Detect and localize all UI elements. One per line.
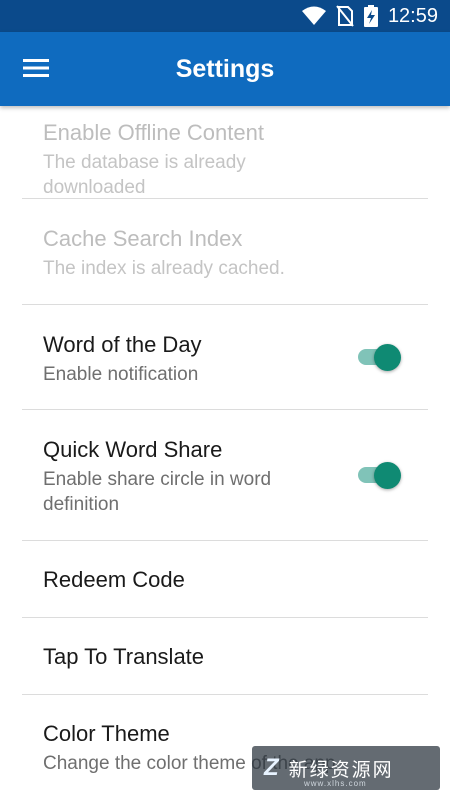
- wifi-icon: [301, 6, 326, 26]
- toggle-thumb: [374, 462, 401, 489]
- setting-subtitle: Enable share circle in word definition: [43, 469, 272, 515]
- setting-subtitle: The index is already cached.: [43, 258, 285, 279]
- setting-title: Color Theme: [43, 721, 170, 746]
- watermark-text: 新绿资源网: [288, 759, 394, 781]
- settings-list: Enable Offline Content The database is a…: [22, 106, 428, 795]
- toggle-thumb: [374, 344, 401, 371]
- setting-title: Redeem Code: [43, 567, 185, 592]
- quick-word-share-toggle[interactable]: [358, 462, 402, 489]
- setting-word-of-the-day[interactable]: Word of the Day Enable notification: [22, 305, 428, 410]
- no-sim-icon: [336, 5, 354, 27]
- watermark: Z 新绿资源网 www.xlhs.com: [252, 746, 440, 790]
- app-bar: Settings: [0, 32, 450, 106]
- setting-tap-to-translate[interactable]: Tap To Translate: [22, 618, 428, 695]
- word-of-the-day-toggle[interactable]: [358, 344, 402, 371]
- setting-subtitle: The database is already downloaded: [43, 152, 246, 198]
- page-title: Settings: [175, 54, 275, 83]
- status-bar: 12:59: [0, 0, 450, 32]
- setting-subtitle: Enable notification: [43, 364, 199, 385]
- setting-quick-word-share[interactable]: Quick Word Share Enable share circle in …: [22, 410, 428, 541]
- battery-charging-icon: [363, 5, 378, 27]
- setting-title: Enable Offline Content: [43, 120, 264, 145]
- watermark-url: www.xlhs.com: [304, 779, 367, 788]
- watermark-logo-icon: Z: [264, 754, 279, 781]
- setting-title: Cache Search Index: [43, 226, 243, 251]
- setting-title: Quick Word Share: [43, 437, 223, 462]
- setting-title: Word of the Day: [43, 332, 202, 357]
- clock: 12:59: [387, 4, 438, 27]
- setting-cache-search-index[interactable]: Cache Search Index The index is already …: [22, 199, 428, 305]
- setting-redeem-code[interactable]: Redeem Code: [22, 541, 428, 618]
- setting-enable-offline-content[interactable]: Enable Offline Content The database is a…: [22, 106, 428, 199]
- setting-title: Tap To Translate: [43, 644, 205, 669]
